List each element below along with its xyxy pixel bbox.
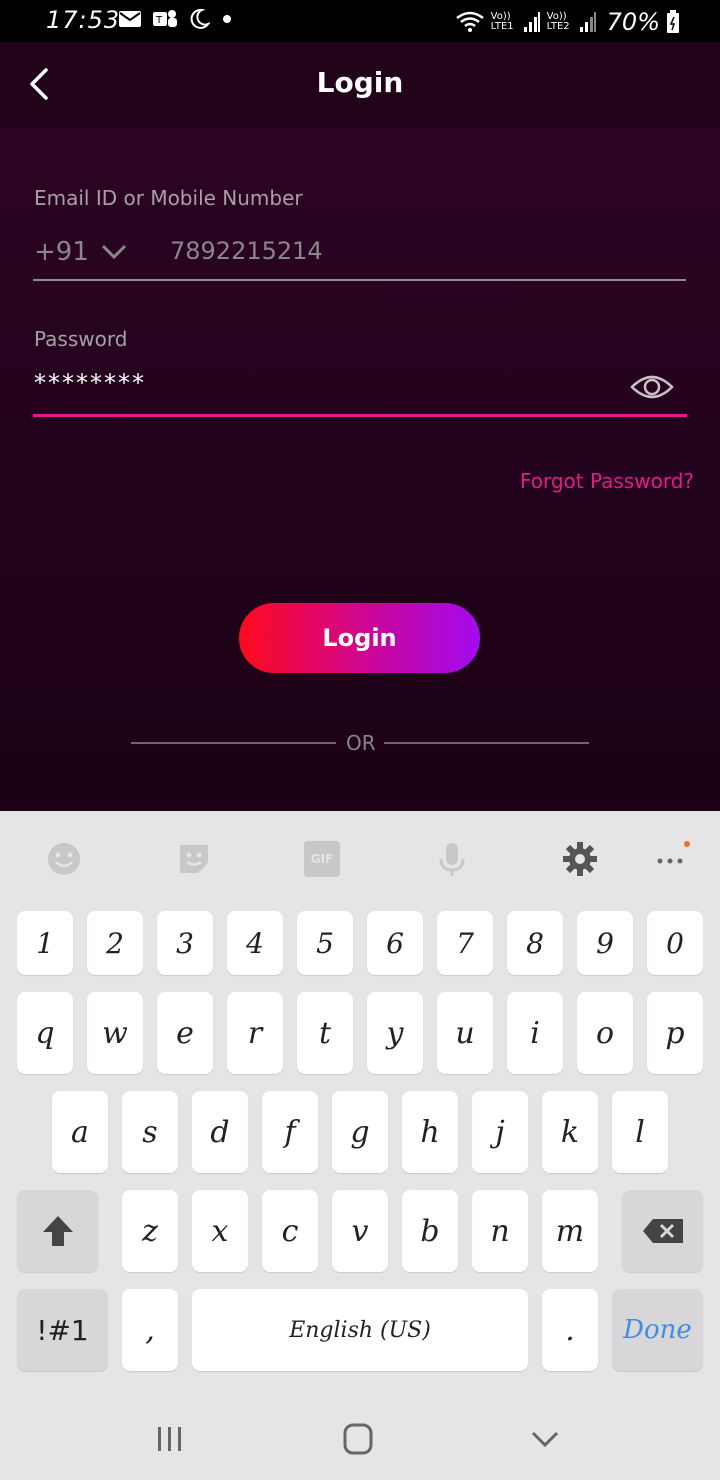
mail-icon <box>119 11 141 27</box>
battery-icon <box>667 10 679 33</box>
comma-key[interactable]: , <box>122 1289 178 1371</box>
shift-icon <box>42 1216 73 1246</box>
password-label: Password <box>34 327 128 351</box>
navigation-bar <box>0 1401 720 1480</box>
key-5[interactable]: 5 <box>297 911 353 975</box>
key-r[interactable]: r <box>227 992 283 1074</box>
key-a[interactable]: a <box>52 1091 108 1173</box>
microphone-icon[interactable] <box>434 841 470 877</box>
system-icons: Vo)) LTE1 Vo)) LTE2 70% <box>455 8 680 36</box>
key-4[interactable]: 4 <box>227 911 283 975</box>
done-key[interactable]: Done <box>612 1289 703 1371</box>
wifi-icon <box>455 11 484 32</box>
key-p[interactable]: p <box>647 992 703 1074</box>
more-icon[interactable] <box>654 841 690 877</box>
key-b[interactable]: b <box>402 1190 458 1272</box>
key-u[interactable]: u <box>437 992 493 1074</box>
key-z[interactable]: z <box>122 1190 178 1272</box>
backspace-key[interactable] <box>622 1190 703 1272</box>
key-x[interactable]: x <box>192 1190 248 1272</box>
key-g[interactable]: g <box>332 1091 388 1173</box>
keyboard: GIF 1 2 3 4 5 6 7 8 9 0 q w e r t y u i … <box>0 811 720 1401</box>
shift-key[interactable] <box>17 1190 98 1272</box>
teams-icon: T <box>153 10 177 27</box>
battery-percent: 70% <box>606 8 660 36</box>
emoji-icon[interactable] <box>46 841 82 877</box>
hide-keyboard-icon[interactable] <box>525 1421 565 1457</box>
key-m[interactable]: m <box>542 1190 598 1272</box>
gear-icon[interactable] <box>562 841 598 877</box>
key-o[interactable]: o <box>577 992 633 1074</box>
key-3[interactable]: 3 <box>157 911 213 975</box>
login-form: Email ID or Mobile Number +91 7892215214… <box>0 129 720 811</box>
email-label: Email ID or Mobile Number <box>34 186 303 210</box>
key-e[interactable]: e <box>157 992 213 1074</box>
gif-icon[interactable]: GIF <box>304 841 340 877</box>
key-h[interactable]: h <box>402 1091 458 1173</box>
key-l[interactable]: l <box>612 1091 668 1173</box>
symbols-key[interactable]: !#1 <box>17 1289 108 1371</box>
key-v[interactable]: v <box>332 1190 388 1272</box>
key-f[interactable]: f <box>262 1091 318 1173</box>
phone-underline <box>33 279 686 281</box>
password-input[interactable]: ******** <box>34 369 146 397</box>
key-c[interactable]: c <box>262 1190 318 1272</box>
chevron-down-icon <box>101 244 126 260</box>
app-header: Login <box>0 42 720 129</box>
recent-apps-icon[interactable] <box>150 1421 190 1457</box>
or-label: OR <box>346 731 376 755</box>
dot-icon <box>223 15 231 23</box>
or-divider-right <box>384 742 589 744</box>
country-code-value: +91 <box>34 237 89 267</box>
backspace-icon <box>642 1219 683 1243</box>
sim2-label: Vo)) LTE2 <box>546 11 570 32</box>
status-bar: 17:53 T Vo)) LTE1 Vo)) LTE2 70% <box>0 0 720 42</box>
period-key[interactable]: . <box>542 1289 598 1371</box>
key-s[interactable]: s <box>122 1091 178 1173</box>
sim1-label: Vo)) LTE1 <box>490 11 514 32</box>
moon-icon <box>190 8 210 29</box>
eye-icon[interactable] <box>630 369 674 405</box>
key-j[interactable]: j <box>472 1091 528 1173</box>
signal-icon-1 <box>523 12 540 32</box>
page-title: Login <box>316 66 404 99</box>
key-q[interactable]: q <box>17 992 73 1074</box>
login-button[interactable]: Login <box>239 603 480 673</box>
svg-text:T: T <box>155 15 163 26</box>
sticker-icon[interactable] <box>176 841 212 877</box>
key-i[interactable]: i <box>507 992 563 1074</box>
key-6[interactable]: 6 <box>367 911 423 975</box>
status-time: 17:53 <box>46 6 121 34</box>
key-2[interactable]: 2 <box>87 911 143 975</box>
phone-input[interactable]: 7892215214 <box>170 237 323 265</box>
key-k[interactable]: k <box>542 1091 598 1173</box>
password-underline <box>33 414 687 417</box>
key-1[interactable]: 1 <box>17 911 73 975</box>
key-d[interactable]: d <box>192 1091 248 1173</box>
keyboard-toolbar: GIF <box>0 811 720 901</box>
key-9[interactable]: 9 <box>577 911 633 975</box>
key-0[interactable]: 0 <box>647 911 703 975</box>
key-7[interactable]: 7 <box>437 911 493 975</box>
notification-icons: T <box>118 8 234 30</box>
key-8[interactable]: 8 <box>507 911 563 975</box>
space-key[interactable]: English (US) <box>192 1289 528 1371</box>
country-code-dropdown[interactable]: +91 <box>34 237 127 267</box>
signal-icon-2 <box>579 12 596 32</box>
home-icon[interactable] <box>338 1421 378 1457</box>
forgot-password-link[interactable]: Forgot Password? <box>520 469 694 493</box>
or-divider-left <box>131 742 336 744</box>
key-w[interactable]: w <box>87 992 143 1074</box>
key-y[interactable]: y <box>367 992 423 1074</box>
key-t[interactable]: t <box>297 992 353 1074</box>
key-n[interactable]: n <box>472 1190 528 1272</box>
